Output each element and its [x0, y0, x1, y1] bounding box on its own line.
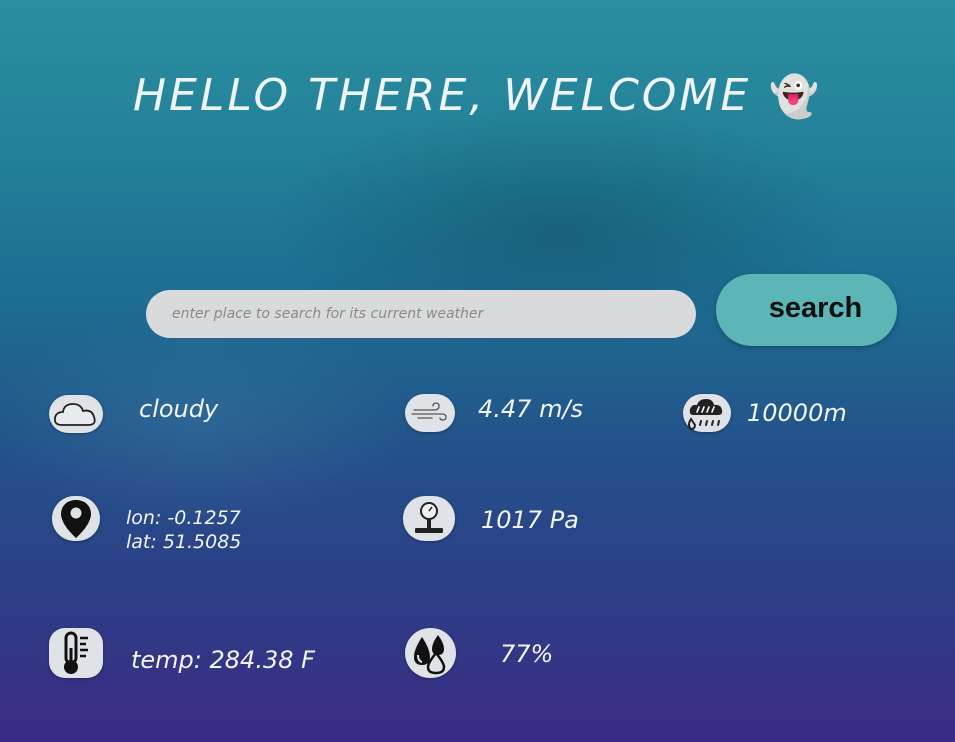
- thermometer-icon: [49, 628, 103, 678]
- welcome-heading: HELLO THERE, WELCOME 👻: [0, 70, 955, 121]
- longitude-text: lon: -0.1257: [126, 507, 241, 529]
- wind-icon: [405, 394, 455, 432]
- welcome-title: HELLO THERE, WELCOME: [132, 70, 752, 121]
- humidity-text: 77%: [500, 640, 554, 668]
- pressure-gauge-icon: [403, 496, 455, 541]
- ghost-emoji-icon: 👻: [769, 74, 823, 120]
- cloud-icon: [49, 395, 103, 433]
- latitude-text: lat: 51.5085: [126, 531, 242, 553]
- water-drops-icon: [405, 628, 456, 678]
- condition-text: cloudy: [139, 395, 219, 423]
- map-pin-icon: [52, 496, 100, 541]
- rain-visibility-icon: [683, 394, 731, 432]
- visibility-text: 10000m: [747, 399, 847, 427]
- wind-speed-text: 4.47 m/s: [478, 395, 584, 423]
- search-button[interactable]: search: [716, 274, 897, 346]
- temperature-text: temp: 284.38 F: [131, 646, 315, 674]
- search-input[interactable]: [146, 290, 696, 338]
- pressure-text: 1017 Pa: [481, 506, 579, 534]
